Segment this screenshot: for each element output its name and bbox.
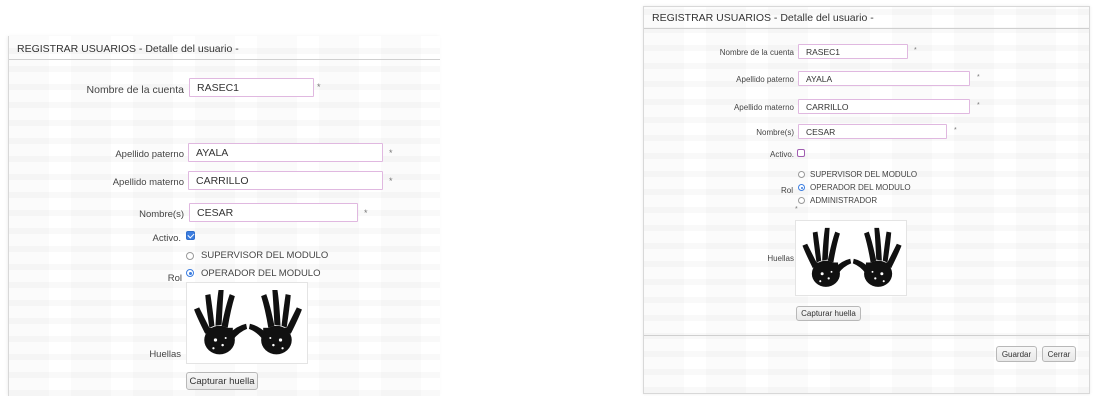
- required-mark: *: [364, 208, 368, 218]
- active-label: Activo.: [152, 233, 181, 244]
- panel-title: REGISTRAR USUARIOS - Detalle del usuario…: [9, 36, 440, 60]
- fingerprints-label: Huellas: [767, 254, 794, 263]
- paternal-input[interactable]: [188, 143, 383, 162]
- role-radio-operador[interactable]: [798, 184, 805, 191]
- maternal-input[interactable]: [188, 171, 383, 190]
- account-input[interactable]: [798, 44, 908, 59]
- paternal-label: Apellido paterno: [736, 75, 794, 84]
- close-button[interactable]: Cerrar: [1042, 346, 1076, 362]
- active-checkbox[interactable]: [797, 149, 805, 157]
- active-label: Activo.: [769, 150, 794, 159]
- handprints-icon: [795, 220, 907, 296]
- fingerprints-label: Huellas: [149, 349, 181, 360]
- required-mark: *: [389, 148, 393, 158]
- left-form-panel: REGISTRAR USUARIOS - Detalle del usuario…: [8, 36, 440, 396]
- maternal-label: Apellido materno: [733, 103, 794, 112]
- required-mark: *: [795, 206, 798, 213]
- names-label: Nombre(s): [756, 128, 794, 137]
- role-option-supervisor: SUPERVISOR DEL MODULO: [201, 250, 329, 261]
- role-label: Rol: [780, 186, 793, 195]
- capture-fingerprint-button[interactable]: Capturar huella: [186, 372, 258, 390]
- role-option-operador: OPERADOR DEL MODULO: [201, 268, 321, 279]
- maternal-input[interactable]: [798, 99, 970, 114]
- names-input[interactable]: [189, 203, 358, 222]
- account-label: Nombre de la cuenta: [86, 84, 184, 96]
- paternal-label: Apellido paterno: [115, 149, 184, 160]
- required-mark: *: [977, 74, 980, 81]
- handprints-image: [194, 290, 302, 355]
- role-label: Rol: [167, 273, 182, 284]
- required-mark: *: [914, 47, 917, 54]
- required-mark: *: [977, 102, 980, 109]
- required-mark: *: [954, 127, 957, 134]
- role-radio-administrador[interactable]: [798, 197, 805, 204]
- footer-divider: [644, 335, 1089, 336]
- names-label: Nombre(s): [139, 209, 184, 220]
- role-radio-supervisor[interactable]: [798, 171, 805, 178]
- role-radio-supervisor[interactable]: [186, 252, 194, 260]
- role-option-administrador: ADMINISTRADOR: [810, 196, 878, 205]
- required-mark: *: [317, 82, 321, 92]
- right-form-panel: REGISTRAR USUARIOS - Detalle del usuario…: [643, 6, 1090, 394]
- maternal-label: Apellido materno: [112, 177, 184, 188]
- handprints-icon: [186, 282, 308, 364]
- active-checkbox[interactable]: [186, 231, 195, 240]
- role-radio-operador[interactable]: [186, 269, 194, 277]
- account-label: Nombre de la cuenta: [719, 48, 794, 57]
- required-mark: *: [389, 176, 393, 186]
- save-button[interactable]: Guardar: [996, 346, 1037, 362]
- capture-fingerprint-button[interactable]: Capturar huella: [796, 306, 861, 321]
- panel-title: REGISTRAR USUARIOS - Detalle del usuario…: [644, 7, 1089, 29]
- names-input[interactable]: [798, 124, 947, 139]
- role-option-operador: OPERADOR DEL MODULO: [810, 183, 911, 192]
- role-option-supervisor: SUPERVISOR DEL MODULO: [810, 170, 918, 179]
- handprints-image: [802, 227, 902, 287]
- account-input[interactable]: [189, 78, 314, 97]
- paternal-input[interactable]: [798, 71, 970, 86]
